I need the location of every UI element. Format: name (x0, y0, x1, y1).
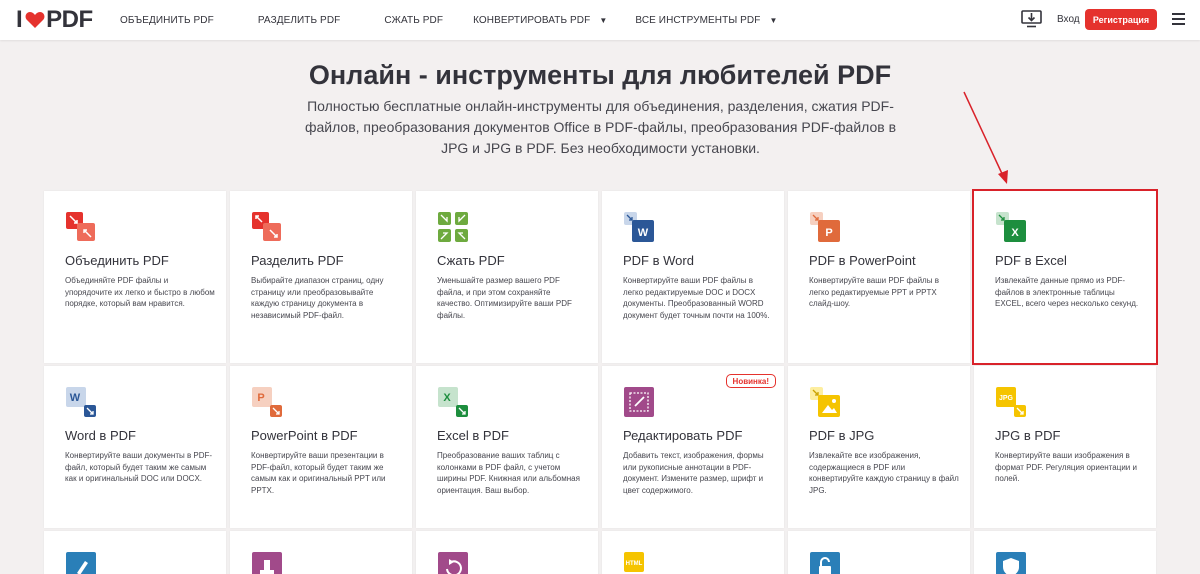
tool-title: Редактировать PDF (623, 428, 743, 443)
tool-card-pdf-to-word[interactable]: W PDF в Word Конвертируйте ваши PDF файл… (602, 191, 784, 363)
tool-title: JPG в PDF (995, 428, 1061, 443)
nav-convert[interactable]: КОНВЕРТИРОВАТЬ PDF ▼ (473, 15, 607, 26)
tool-title: PowerPoint в PDF (251, 428, 358, 443)
tool-card-excel-to-pdf[interactable]: X Excel в PDF Преобразование ваших табли… (416, 366, 598, 528)
tool-title: PDF в PowerPoint (809, 253, 916, 268)
tool-description: Конвертируйте ваши документы в PDF-файл,… (65, 451, 213, 483)
tool-card-jpg-to-pdf[interactable]: JPG JPG в PDF Конвертируйте ваши изображ… (974, 366, 1156, 528)
icon-letter: W (638, 227, 649, 239)
tool-description: Добавить текст, изображения, формы или р… (623, 451, 764, 495)
tool-description: Конвертируйте ваши PDF файлы в легко ред… (809, 276, 939, 308)
tool-description: Извлекайте все изображения, содержащиеся… (809, 451, 959, 495)
jpg-to-pdf-icon: JPG (996, 387, 1026, 417)
caret-down-icon: ▼ (769, 15, 778, 25)
tool-card-pdf-to-jpg[interactable]: PDF в JPG Извлекайте все изображения, со… (788, 366, 970, 528)
icon-letter: X (1011, 227, 1019, 239)
caret-down-icon: ▼ (599, 15, 608, 25)
rotate-pdf-icon (438, 552, 468, 574)
new-badge: Новинка! (725, 374, 776, 388)
icon-letter: X (443, 392, 451, 404)
word-to-pdf-icon: W (66, 387, 96, 417)
compress-icon (438, 212, 468, 242)
tool-title: PDF в JPG (809, 428, 875, 443)
tool-description: Конвертируйте ваши презентации в PDF-фай… (251, 451, 386, 495)
icon-letter: W (70, 392, 81, 404)
tool-description: Конвертируйте ваши PDF файлы в легко ред… (623, 276, 770, 320)
nav-merge[interactable]: ОБЪЕДИНИТЬ PDF (120, 15, 214, 26)
unlock-pdf-icon (810, 552, 840, 574)
tool-title: Сжать PDF (437, 253, 505, 268)
icon-letter: JPG (999, 395, 1014, 402)
tool-description: Извлекайте данные прямо из PDF-файлов в … (995, 276, 1139, 308)
excel-to-pdf-icon: X (438, 387, 468, 417)
tool-title: Word в PDF (65, 428, 136, 443)
protect-pdf-icon (996, 552, 1026, 574)
tool-card-split[interactable]: Разделить PDF Выбирайте диапазон страниц… (230, 191, 412, 363)
tool-description: Выбирайте диапазон страниц, одну страниц… (251, 276, 384, 320)
icon-letter: P (825, 227, 832, 239)
tool-title: PDF в Excel (995, 253, 1067, 268)
sign-pdf-icon (66, 552, 96, 574)
annotation-arrow-icon (963, 91, 1008, 184)
tool-title: Разделить PDF (251, 253, 344, 268)
watermark-icon (252, 552, 282, 574)
powerpoint-to-pdf-icon: P (252, 387, 282, 417)
tool-card-pdf-to-powerpoint[interactable]: P PDF в PowerPoint Конвертируйте ваши PD… (788, 191, 970, 363)
desktop-download-icon[interactable] (1021, 10, 1042, 28)
tool-card-html-to-pdf[interactable]: HTML (602, 531, 784, 574)
edit-pdf-icon (624, 387, 654, 417)
tool-card-sign-pdf[interactable] (44, 531, 226, 574)
tool-card-rotate-pdf[interactable] (416, 531, 598, 574)
nav-label: ОБЪЕДИНИТЬ PDF (120, 14, 214, 26)
main-nav: ОБЪЕДИНИТЬ PDF РАЗДЕЛИТЬ PDF СЖАТЬ PDF К… (120, 0, 822, 40)
tool-description: Уменьшайте размер вашего PDF файла, и пр… (437, 276, 572, 320)
icon-letter: P (257, 392, 264, 404)
page-subtitle: Полностью бесплатные онлайн-инструменты … (304, 98, 897, 156)
tool-card-pdf-to-excel[interactable]: X PDF в Excel Извлекайте данные прямо из… (972, 189, 1158, 365)
tool-card-compress[interactable]: Сжать PDF Уменьшайте размер вашего PDF ф… (416, 191, 598, 363)
merge-icon (66, 212, 95, 241)
login-link[interactable]: Вход (1057, 14, 1080, 25)
html-to-pdf-icon: HTML (624, 552, 644, 572)
icon-letter: HTML (626, 561, 643, 567)
nav-label: ВСЕ ИНСТРУМЕНТЫ PDF (635, 14, 761, 26)
pdf-to-powerpoint-icon: P (810, 212, 840, 242)
tool-description: Объединяйте PDF файлы и упорядочите их л… (65, 276, 215, 308)
tool-title: Объединить PDF (65, 253, 169, 268)
tool-card-word-to-pdf[interactable]: W Word в PDF Конвертируйте ваши документ… (44, 366, 226, 528)
split-icon (252, 212, 281, 241)
tool-title: Excel в PDF (437, 428, 509, 443)
tool-card-powerpoint-to-pdf[interactable]: P PowerPoint в PDF Конвертируйте ваши пр… (230, 366, 412, 528)
logo-prefix: I (16, 6, 23, 33)
ilovepdf-logo[interactable]: I PDF (16, 6, 93, 33)
nav-all-tools[interactable]: ВСЕ ИНСТРУМЕНТЫ PDF ▼ (635, 15, 777, 26)
nav-label: КОНВЕРТИРОВАТЬ PDF (473, 14, 591, 26)
logo-suffix: PDF (46, 6, 93, 33)
page-title: Онлайн - инструменты для любителей PDF (308, 60, 892, 90)
nav-compress[interactable]: СЖАТЬ PDF (384, 15, 443, 26)
tool-title: PDF в Word (623, 253, 694, 268)
signup-button[interactable]: Регистрация (1085, 9, 1157, 30)
tool-card-watermark[interactable] (230, 531, 412, 574)
hamburger-menu-icon[interactable] (1172, 13, 1185, 25)
tool-card-unlock-pdf[interactable] (788, 531, 970, 574)
heart-icon (25, 12, 45, 28)
pdf-to-excel-icon: X (996, 212, 1026, 242)
tool-card-merge[interactable]: Объединить PDF Объединяйте PDF файлы и у… (44, 191, 226, 363)
tool-description: Преобразование ваших таблиц с колонками … (437, 451, 580, 495)
nav-split[interactable]: РАЗДЕЛИТЬ PDF (258, 15, 341, 26)
pdf-to-jpg-icon (810, 387, 840, 417)
pdf-to-word-icon: W (624, 212, 654, 242)
tool-description: Конвертируйте ваши изображения в формат … (995, 451, 1137, 483)
nav-label: СЖАТЬ PDF (384, 14, 444, 26)
tool-card-edit-pdf[interactable]: Новинка! Редактировать PDF Добавить текс… (602, 366, 784, 528)
tool-card-protect-pdf[interactable] (974, 531, 1156, 574)
top-header: I PDF ОБЪЕДИНИТЬ PDF РАЗДЕЛИТЬ PDF СЖАТЬ… (0, 0, 1200, 40)
nav-label: РАЗДЕЛИТЬ PDF (257, 14, 341, 26)
